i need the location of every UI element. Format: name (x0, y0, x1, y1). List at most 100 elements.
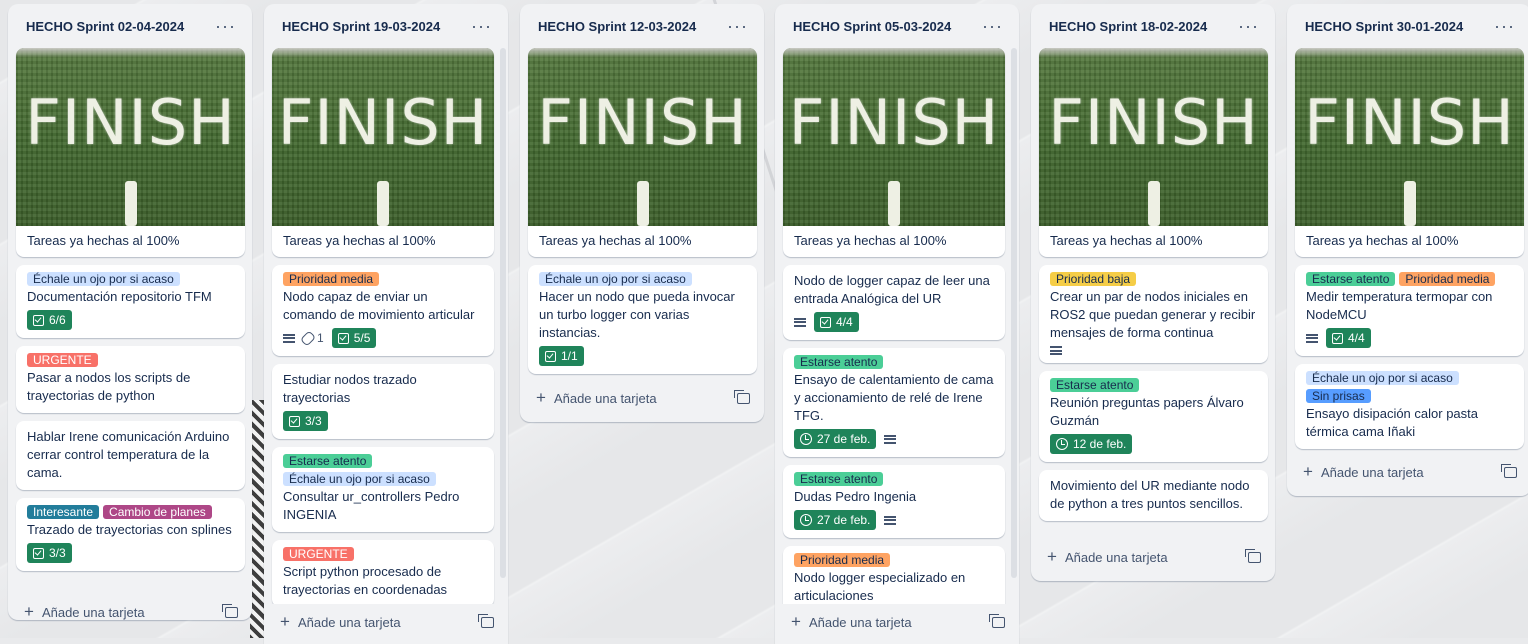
card-label[interactable]: Estarse atento (794, 355, 884, 369)
cover-finish-text: FINISH (1048, 86, 1259, 159)
due-date-badge[interactable]: 27 de feb. (794, 429, 877, 449)
card[interactable]: Prioridad baja Crear un par de nodos inic… (1039, 265, 1268, 363)
card-label[interactable]: Interesante (27, 505, 100, 519)
card-label[interactable]: Prioridad media (1399, 272, 1496, 286)
card-badges: 4/4 (794, 312, 994, 332)
list-menu-icon[interactable]: ··· (1488, 17, 1521, 35)
cover-goal-post (377, 181, 389, 226)
card-label[interactable]: Prioridad media (283, 272, 380, 286)
list-title[interactable]: HECHO Sprint 19-03-2024 (282, 19, 440, 34)
create-from-template-icon[interactable] (1501, 463, 1517, 478)
card[interactable]: Nodo de logger capaz de leer una entrada… (783, 265, 1005, 340)
checklist-badge[interactable]: 3/3 (27, 543, 72, 563)
card-label[interactable]: Estarse atento (1306, 272, 1396, 286)
card[interactable]: URGENTE Script python procesado de trayec… (272, 540, 494, 604)
checklist-badge[interactable]: 5/5 (331, 328, 377, 348)
card-labels: Estarse atento (794, 472, 994, 486)
cover-finish-text: FINISH (1304, 86, 1515, 159)
card[interactable]: Estarse atento Dudas Pedro Ingenia 27 de f… (783, 465, 1005, 538)
description-badge (884, 515, 897, 525)
card-label[interactable]: URGENTE (283, 547, 354, 561)
card-label[interactable]: Échale un ojo por si acaso (539, 272, 692, 286)
card-badges: 12 de feb. (1050, 434, 1257, 454)
card[interactable]: Prioridad media Nodo logger especializado… (783, 546, 1005, 604)
list-title[interactable]: HECHO Sprint 02-04-2024 (26, 19, 184, 34)
card[interactable]: Échale un ojo por si acaso Sin prisas Ensa… (1295, 364, 1524, 449)
card[interactable]: FINISH Tareas ya hechas al 100% (1039, 48, 1268, 257)
card-list: FINISH Tareas ya hechas al 100% Estarse at… (1287, 48, 1528, 454)
add-card-button[interactable]: + Añade una tarjeta (24, 603, 145, 620)
create-from-template-icon[interactable] (222, 603, 238, 618)
plus-icon: + (791, 612, 801, 631)
card[interactable]: Estarse atento Reunión preguntas papers Á… (1039, 371, 1268, 462)
card[interactable]: FINISH Tareas ya hechas al 100% (1295, 48, 1524, 257)
checklist-badge[interactable]: 4/4 (814, 312, 859, 332)
card-label[interactable]: Sin prisas (1306, 389, 1371, 403)
card[interactable]: FINISH Tareas ya hechas al 100% (783, 48, 1005, 257)
list-menu-icon[interactable]: ··· (976, 17, 1009, 35)
card[interactable]: Hablar Irene comunicación Arduino cerrar… (16, 421, 245, 490)
list-menu-icon[interactable]: ··· (1232, 17, 1265, 35)
card-title: Hablar Irene comunicación Arduino cerrar… (27, 429, 230, 480)
card-title: Tareas ya hechas al 100% (1050, 233, 1203, 248)
list-title[interactable]: HECHO Sprint 18-02-2024 (1049, 19, 1207, 34)
clock-icon (1056, 438, 1068, 450)
card[interactable]: URGENTE Pasar a nodos los scripts de tray… (16, 346, 245, 413)
checklist-badge[interactable]: 3/3 (283, 411, 328, 431)
list-title[interactable]: HECHO Sprint 05-03-2024 (793, 19, 951, 34)
checklist-badge[interactable]: 1/1 (539, 346, 584, 366)
checklist-badge[interactable]: 6/6 (27, 310, 72, 330)
add-card-row: + Añade una tarjeta (1031, 539, 1275, 575)
add-card-button[interactable]: + Añade una tarjeta (1047, 548, 1168, 565)
card-badges: 1/1 (539, 346, 746, 366)
list-menu-icon[interactable]: ··· (465, 17, 498, 35)
add-card-button[interactable]: + Añade una tarjeta (791, 612, 912, 631)
list-title[interactable]: HECHO Sprint 30-01-2024 (1305, 19, 1463, 34)
card[interactable]: Estarse atento Échale un ojo por si acaso… (272, 447, 494, 532)
card-label[interactable]: Échale un ojo por si acaso (1306, 371, 1459, 385)
card[interactable]: Estudiar nodos trazado trayectorias 3/3 (272, 364, 494, 439)
card[interactable]: Movimiento del UR mediante nodo de pytho… (1039, 470, 1268, 521)
create-from-template-icon[interactable] (478, 613, 494, 628)
due-date-badge[interactable]: 12 de feb. (1050, 434, 1133, 454)
add-card-button[interactable]: + Añade una tarjeta (536, 389, 657, 406)
card[interactable]: Prioridad media Nodo capaz de enviar un c… (272, 265, 494, 356)
card[interactable]: Estarse atento Ensayo de calentamiento de… (783, 348, 1005, 457)
checklist-badge[interactable]: 4/4 (1326, 328, 1371, 348)
create-from-template-icon[interactable] (734, 389, 750, 404)
due-date-badge[interactable]: 27 de feb. (794, 510, 877, 530)
card-label[interactable]: Estarse atento (283, 454, 373, 468)
card-label[interactable]: Estarse atento (1050, 378, 1140, 392)
card[interactable]: Échale un ojo por si acaso Documentación … (16, 265, 245, 338)
add-card-button[interactable]: + Añade una tarjeta (280, 613, 401, 630)
card[interactable]: Interesante Cambio de planes Trazado de tr… (16, 498, 245, 571)
list-menu-icon[interactable]: ··· (209, 17, 242, 35)
card-label[interactable]: URGENTE (27, 353, 98, 367)
card[interactable]: FINISH Tareas ya hechas al 100% (16, 48, 245, 257)
cover-edge (1295, 48, 1524, 58)
card-label[interactable]: Estarse atento (794, 472, 884, 486)
card[interactable]: Estarse atento Prioridad media Medir tempe… (1295, 265, 1524, 356)
list: HECHO Sprint 19-03-2024 ··· FINISH Tareas y… (264, 4, 508, 644)
card-labels: Échale un ojo por si acaso (27, 272, 234, 286)
card-labels: Estarse atento Échale un ojo por si acaso (283, 454, 483, 486)
card-label[interactable]: Cambio de planes (103, 505, 212, 519)
card[interactable]: FINISH Tareas ya hechas al 100% (272, 48, 494, 257)
add-card-label: Añade una tarjeta (41, 604, 145, 620)
list-title[interactable]: HECHO Sprint 12-03-2024 (538, 19, 696, 34)
card-label[interactable]: Échale un ojo por si acaso (283, 472, 436, 486)
card-label[interactable]: Échale un ojo por si acaso (27, 272, 180, 286)
card-label[interactable]: Prioridad media (794, 553, 891, 567)
create-from-template-icon[interactable] (989, 613, 1005, 628)
card[interactable]: FINISH Tareas ya hechas al 100% (528, 48, 757, 257)
cover-edge (528, 48, 757, 58)
cover-edge (783, 48, 1005, 58)
list-menu-icon[interactable]: ··· (721, 17, 754, 35)
add-card-button[interactable]: + Añade una tarjeta (1303, 463, 1424, 480)
card[interactable]: Échale un ojo por si acaso Hacer un nodo … (528, 265, 757, 374)
card-title: Hacer un nodo que pueda invocar un turbo… (539, 289, 735, 340)
card-list: FINISH Tareas ya hechas al 100% Prioridad … (1031, 48, 1275, 539)
card-label[interactable]: Prioridad baja (1050, 272, 1137, 286)
cover-goal-post (124, 181, 137, 226)
create-from-template-icon[interactable] (1245, 548, 1261, 563)
